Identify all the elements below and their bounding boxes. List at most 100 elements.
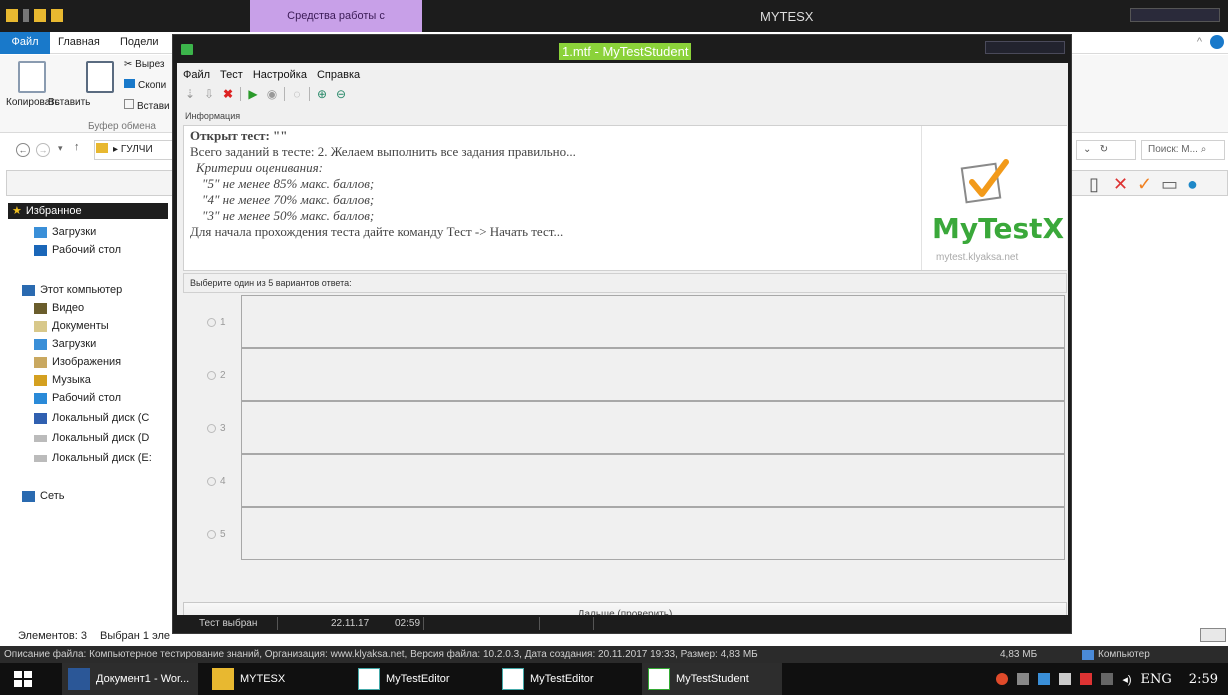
properties-icon[interactable] (34, 9, 46, 22)
window-controls[interactable] (1130, 8, 1220, 22)
nav-favorites[interactable]: ★ Избранное (8, 203, 168, 219)
answer-radio-4[interactable]: 4 (207, 476, 226, 487)
refresh-button[interactable]: ⌄ ↻ (1076, 140, 1136, 160)
windows-start-icon[interactable] (14, 671, 32, 687)
menu-settings[interactable]: Настройка (253, 69, 307, 81)
nav-item-this-pc[interactable]: Этот компьютер (22, 284, 122, 296)
answer-radio-2[interactable]: 2 (207, 370, 226, 381)
paste-shortcut-button[interactable]: Встави (124, 99, 170, 112)
copy-icon[interactable] (18, 61, 46, 93)
video-folder-icon (34, 302, 47, 314)
nav-item-disk-c[interactable]: Локальный диск (C (34, 412, 149, 424)
nav-item-disk-e[interactable]: Локальный диск (E: (34, 452, 152, 464)
recent-locations-icon[interactable]: ▾ (58, 143, 63, 154)
collapse-ribbon-icon[interactable]: ^ (1197, 36, 1202, 48)
language-indicator[interactable]: ENG (1141, 672, 1172, 687)
clock[interactable]: 2:59 (1189, 672, 1218, 687)
logo-name: MyTestX (932, 212, 1065, 245)
nav-item-downloads[interactable]: Загрузки (34, 226, 96, 238)
close-test-icon[interactable]: ✖ (221, 87, 235, 101)
forward-button[interactable]: → (36, 143, 50, 157)
stop-test-icon[interactable]: ◉ (265, 87, 279, 101)
back-button[interactable]: ← (16, 143, 30, 157)
volume-icon[interactable]: ◂) (1122, 673, 1131, 686)
view-toggle-buttons[interactable] (1200, 628, 1226, 642)
disk-icon (34, 454, 47, 462)
start-test-icon[interactable]: ▶ (246, 87, 260, 101)
paste-icon[interactable] (86, 61, 114, 93)
taskbar-myteststudent[interactable]: MyTestStudent (642, 663, 782, 695)
check-icon[interactable]: ✓ (1137, 175, 1155, 193)
cut-button[interactable]: ✂ Вырез (124, 59, 165, 70)
details-bar: Описание файла: Компьютерное тестировани… (0, 646, 1228, 663)
answer-box-5[interactable] (241, 507, 1065, 560)
up-button[interactable]: ↑ (74, 141, 80, 153)
open-test-icon[interactable]: ⇣ (183, 87, 197, 101)
network-icon[interactable] (1017, 673, 1030, 685)
nav-item-documents[interactable]: Документы (34, 320, 109, 332)
taskbar-explorer[interactable]: MYTESX (206, 663, 338, 695)
explorer-window-title: MYTESX (760, 9, 814, 24)
nav-item-disk-d[interactable]: Локальный диск (D (34, 432, 149, 444)
context-tab-app-tools[interactable]: Средства работы с приложениями (250, 0, 422, 54)
connection-icon[interactable] (1101, 673, 1114, 685)
nav-item-downloads-pc[interactable]: Загрузки (34, 338, 96, 350)
download-icon[interactable]: ⇩ (202, 87, 216, 101)
mytestx-logo: MyTestX mytest.klyaksa.net (921, 126, 1067, 270)
menu-help[interactable]: Справка (317, 69, 360, 81)
menu-test[interactable]: Тест (220, 69, 243, 81)
status-date: 22.11.17 (331, 618, 370, 629)
tab-share[interactable]: Подели (120, 36, 159, 48)
delete-icon[interactable]: ✕ (1113, 175, 1131, 193)
taskbar-mytesteditor-1[interactable]: MyTestEditor (352, 663, 488, 695)
nav-label: Изображения (52, 356, 122, 368)
search-input[interactable]: Поиск: М... ⌕ (1141, 140, 1225, 160)
flag-icon[interactable] (1080, 673, 1093, 685)
app-titlebar: 1.mtf - MyTestStudent (173, 35, 1071, 65)
answer-box-2[interactable] (241, 348, 1065, 401)
nav-label: Этот компьютер (40, 284, 123, 296)
address-text: ГУЛЧИ (120, 144, 153, 155)
hint-icon[interactable]: ◌ (290, 87, 304, 101)
nav-item-video[interactable]: Видео (34, 302, 84, 314)
window-icon[interactable]: ▭ (1161, 175, 1179, 193)
tab-home[interactable]: Главная (58, 36, 100, 48)
answer-box-1[interactable] (241, 295, 1065, 348)
task-label: MyTestEditor (530, 673, 594, 685)
music-folder-icon (34, 374, 47, 386)
nav-item-music[interactable]: Музыка (34, 374, 91, 386)
window-controls[interactable] (985, 41, 1065, 54)
globe-icon[interactable]: ● (1187, 175, 1205, 193)
paste-button[interactable]: Вставить (48, 97, 90, 108)
zoom-out-icon[interactable]: ⊖ (334, 87, 348, 101)
answer-box-3[interactable] (241, 401, 1065, 454)
nav-item-network[interactable]: Сеть (22, 490, 64, 502)
taskbar-mytesteditor-2[interactable]: MyTestEditor (496, 663, 632, 695)
answer-radio-5[interactable]: 5 (207, 529, 226, 540)
answer-radio-1[interactable]: 1 (207, 317, 226, 328)
tab-file[interactable]: Файл (0, 32, 50, 54)
security-icon[interactable] (1038, 673, 1051, 685)
answer-radio-3[interactable]: 3 (207, 423, 226, 434)
quick-access-toolbar[interactable] (6, 9, 63, 22)
zoom-in-icon[interactable]: ⊕ (315, 87, 329, 101)
folder-icon (6, 9, 18, 22)
nav-item-desktop-pc[interactable]: Рабочий стол (34, 392, 121, 404)
help-icon[interactable] (1210, 35, 1224, 49)
answer-row: 3 (183, 401, 1067, 454)
mytest-icon (648, 668, 670, 690)
app-icon (181, 44, 193, 55)
nav-item-pictures[interactable]: Изображения (34, 356, 121, 368)
folder-icon (96, 143, 108, 153)
clipboard-icon[interactable]: ▯ (1089, 175, 1107, 193)
alert-icon[interactable] (996, 673, 1009, 685)
taskbar-word[interactable]: Документ1 - Wor... (62, 663, 198, 695)
nav-item-desktop[interactable]: Рабочий стол (34, 244, 121, 256)
answer-box-4[interactable] (241, 454, 1065, 507)
copy-path-button[interactable]: Скопи (124, 79, 166, 91)
menu-file[interactable]: Файл (183, 69, 210, 81)
answer-list: 1 2 3 4 5 (183, 295, 1067, 601)
new-folder-icon[interactable] (51, 9, 63, 22)
info-section-label: Информация (185, 111, 241, 121)
battery-icon[interactable] (1059, 673, 1072, 685)
